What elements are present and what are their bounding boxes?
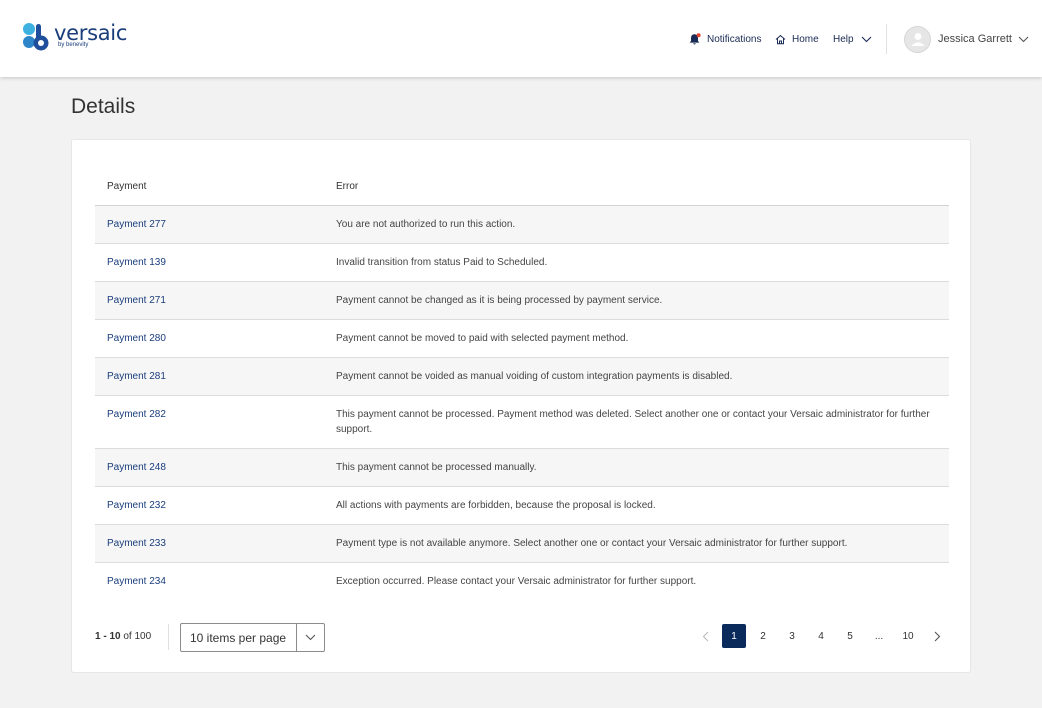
payment-link[interactable]: Payment 281 bbox=[107, 371, 166, 382]
table-row: Payment 281 Payment cannot be voided as … bbox=[95, 358, 949, 396]
error-message: You are not authorized to run this actio… bbox=[336, 219, 516, 230]
header-divider bbox=[886, 24, 887, 54]
item-count: 1 - 10 of 100 bbox=[95, 631, 151, 642]
items-per-page-toggle[interactable] bbox=[296, 624, 324, 651]
avatar bbox=[904, 25, 931, 53]
error-message: Invalid transition from status Paid to S… bbox=[336, 257, 548, 268]
errors-table: Payment Error Payment 277 You are not au… bbox=[95, 167, 949, 601]
previous-page-button[interactable] bbox=[693, 624, 717, 648]
home-label: Home bbox=[792, 33, 819, 45]
table-row: Payment 277 You are not authorized to ru… bbox=[95, 206, 949, 244]
chevron-down-icon bbox=[861, 36, 871, 42]
page-button-10[interactable]: 10 bbox=[896, 624, 920, 648]
column-header-payment: Payment bbox=[107, 180, 147, 192]
payment-link[interactable]: Payment 139 bbox=[107, 257, 166, 268]
versaic-logo-icon bbox=[23, 23, 49, 51]
logo-wordmark: versaic bbox=[54, 21, 128, 45]
bell-icon bbox=[689, 32, 701, 44]
payment-link[interactable]: Payment 234 bbox=[107, 576, 166, 587]
pagination: 1 2 3 4 5 ... 10 bbox=[688, 624, 949, 648]
page-button-2[interactable]: 2 bbox=[751, 624, 775, 648]
page-title: Details bbox=[71, 95, 136, 118]
page-button-3[interactable]: 3 bbox=[780, 624, 804, 648]
footer-divider bbox=[168, 624, 169, 650]
error-message: This payment cannot be processed. Paymen… bbox=[336, 409, 930, 435]
error-message: All actions with payments are forbidden,… bbox=[336, 500, 656, 511]
page-button-1[interactable]: 1 bbox=[722, 624, 746, 648]
error-message: Payment cannot be voided as manual voidi… bbox=[336, 371, 733, 382]
details-card: Payment Error Payment 277 You are not au… bbox=[71, 139, 971, 673]
items-per-page-select[interactable]: 10 items per page bbox=[180, 623, 325, 652]
versaic-logo[interactable]: versaic by benevity bbox=[23, 22, 127, 52]
item-range: 1 - 10 bbox=[95, 631, 121, 642]
table-row: Payment 280 Payment cannot be moved to p… bbox=[95, 320, 949, 358]
error-message: Exception occurred. Please contact your … bbox=[336, 576, 697, 587]
notifications-label: Notifications bbox=[707, 33, 762, 45]
payment-link[interactable]: Payment 233 bbox=[107, 538, 166, 549]
items-per-page-value: 10 items per page bbox=[190, 630, 287, 645]
error-message: This payment cannot be processed manuall… bbox=[336, 462, 537, 473]
column-header-error: Error bbox=[336, 180, 359, 192]
error-message: Payment cannot be changed as it is being… bbox=[336, 295, 663, 306]
table-header: Payment Error bbox=[95, 167, 949, 206]
page-button-5[interactable]: 5 bbox=[838, 624, 862, 648]
table-row: Payment 233 Payment type is not availabl… bbox=[95, 525, 949, 563]
table-row: Payment 282 This payment cannot be proce… bbox=[95, 396, 949, 449]
table-row: Payment 139 Invalid transition from stat… bbox=[95, 244, 949, 282]
table-row: Payment 234 Exception occurred. Please c… bbox=[95, 563, 949, 601]
payment-link[interactable]: Payment 277 bbox=[107, 219, 166, 230]
chevron-down-icon bbox=[1018, 36, 1029, 42]
table-row: Payment 271 Payment cannot be changed as… bbox=[95, 282, 949, 320]
chevron-left-icon bbox=[702, 631, 708, 641]
notifications-link[interactable]: Notifications bbox=[688, 32, 762, 46]
item-total: 100 bbox=[134, 631, 152, 642]
page-button-4[interactable]: 4 bbox=[809, 624, 833, 648]
table-row: Payment 248 This payment cannot be proce… bbox=[95, 449, 949, 487]
payment-link[interactable]: Payment 248 bbox=[107, 462, 166, 473]
next-page-button[interactable] bbox=[925, 624, 949, 648]
home-icon bbox=[775, 34, 786, 44]
item-of-label: of bbox=[123, 631, 132, 642]
payment-link[interactable]: Payment 280 bbox=[107, 333, 166, 344]
table-row: Payment 232 All actions with payments ar… bbox=[95, 487, 949, 525]
user-menu[interactable]: Jessica Garrett bbox=[904, 24, 1029, 54]
chevron-right-icon bbox=[934, 631, 940, 641]
user-name: Jessica Garrett bbox=[938, 33, 1012, 45]
help-menu[interactable]: Help bbox=[833, 34, 878, 45]
error-message: Payment cannot be moved to paid with sel… bbox=[336, 333, 629, 344]
error-message: Payment type is not available anymore. S… bbox=[336, 538, 848, 549]
payment-link[interactable]: Payment 282 bbox=[107, 409, 166, 420]
home-link[interactable]: Home bbox=[775, 34, 819, 45]
user-icon bbox=[911, 33, 924, 46]
chevron-down-icon bbox=[305, 634, 316, 641]
payment-link[interactable]: Payment 271 bbox=[107, 295, 166, 306]
table-footer: 1 - 10 of 100 10 items per page 1 2 3 4 bbox=[95, 622, 949, 652]
top-header: versaic by benevity Notifications Home H… bbox=[0, 0, 1042, 77]
help-label: Help bbox=[833, 33, 854, 45]
page-ellipsis: ... bbox=[874, 630, 884, 642]
payment-link[interactable]: Payment 232 bbox=[107, 500, 166, 511]
